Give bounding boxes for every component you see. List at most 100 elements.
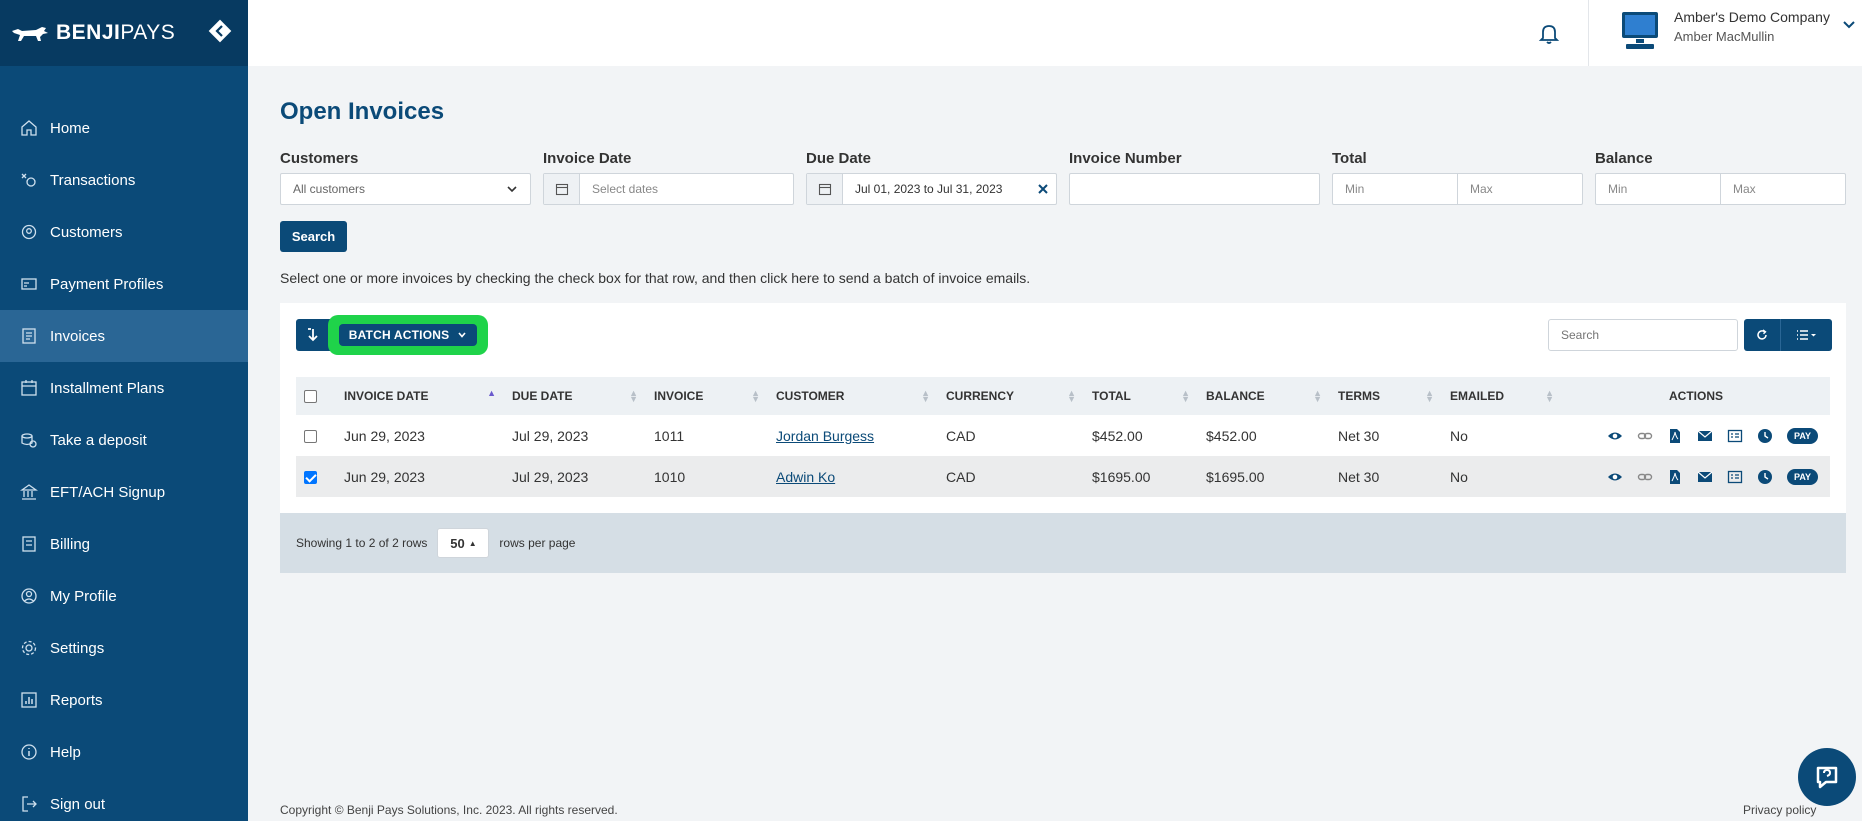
customers-filter: Customers All customers [280,150,531,205]
sidebar-item-home[interactable]: Home [0,102,248,154]
sidebar-item-eft-ach-signup[interactable]: EFT/ACH Signup [0,466,248,518]
clock-icon[interactable] [1757,428,1773,444]
customers-icon [21,224,37,240]
sort-icon: ▲ ▼ [1067,388,1076,404]
sidebar-item-transactions[interactable]: Transactions [0,154,248,206]
currency-cell: CAD [946,427,976,444]
total-cell: $1695.00 [1092,468,1151,485]
batch-email-hint[interactable]: Select one or more invoices by checking … [280,270,1030,286]
sort-icon: ▲ ▼ [751,388,760,404]
col-invoice[interactable]: INVOICE ▲ ▼ [646,377,768,415]
select-all-cell [296,377,336,415]
currency-cell: CAD [946,468,976,485]
customers-select[interactable]: All customers [280,173,531,205]
table-search-input[interactable] [1548,319,1738,351]
sidebar-item-billing[interactable]: Billing [0,518,248,570]
col-due-date[interactable]: DUE DATE ▲ ▼ [504,377,646,415]
col-customer[interactable]: CUSTOMER ▲ ▼ [768,377,938,415]
emailed-cell: No [1450,468,1468,485]
receipt-icon[interactable] [1727,469,1743,485]
export-button[interactable] [296,319,330,351]
account-menu[interactable]: Amber's Demo Company Amber MacMullin [1618,8,1830,52]
sidebar-nav: Home Transactions Customers Payment Prof… [0,102,248,821]
sort-icon: ▲ ▼ [1425,388,1434,404]
sidebar-item-invoices[interactable]: Invoices [0,310,248,362]
receipt-icon[interactable] [1727,428,1743,444]
email-icon[interactable] [1697,428,1713,444]
sort-icon: ▲ ▼ [1181,388,1190,404]
col-balance[interactable]: BALANCE ▲ ▼ [1198,377,1330,415]
view-eye-icon[interactable] [1607,469,1623,485]
privacy-policy-link[interactable]: Privacy policy [1743,803,1816,817]
link-icon[interactable] [1637,428,1653,444]
page-size-select[interactable]: 50 ▲ [437,528,490,558]
page-size-value: 50 [450,535,465,551]
pdf-icon[interactable] [1667,428,1683,444]
invoice-number-input[interactable] [1069,173,1320,205]
view-eye-icon[interactable] [1607,428,1623,444]
pdf-icon[interactable] [1667,469,1683,485]
total-range: Min Max [1332,173,1583,205]
company-name: Amber's Demo Company [1674,9,1830,25]
sidebar-item-take-a-deposit[interactable]: Take a deposit [0,414,248,466]
pay-button[interactable]: PAY [1786,427,1818,444]
customer-link[interactable]: Adwin Ko [776,469,835,485]
sidebar-item-payment-profiles[interactable]: Payment Profiles [0,258,248,310]
invoice-date-label: Invoice Date [543,150,632,167]
sign-out-icon [22,796,37,812]
notification-bell-icon[interactable] [1536,20,1562,46]
sort-asc-icon: ▲ [487,388,496,398]
balance-min-input[interactable]: Min [1595,173,1721,205]
due-date-field[interactable]: Jul 01, 2023 to Jul 31, 2023 [806,173,1057,205]
sidebar-item-help[interactable]: Help [0,726,248,778]
pay-button[interactable]: PAY [1786,468,1818,485]
link-icon[interactable] [1637,469,1653,485]
clock-icon[interactable] [1757,469,1773,485]
help-chat-button[interactable] [1798,748,1856,806]
select-all-checkbox[interactable] [304,390,317,404]
refresh-button[interactable] [1744,319,1780,351]
sidebar-item-label: Reports [50,691,103,709]
invoice-date-field[interactable]: Select dates [543,173,794,205]
chevron-down-icon [458,332,466,338]
billing-icon [22,536,36,552]
col-invoice-date[interactable]: INVOICE DATE ▲ [336,377,504,415]
collapse-sidebar-icon[interactable] [207,18,233,44]
sidebar-item-reports[interactable]: Reports [0,674,248,726]
customer-link[interactable]: Jordan Burgess [776,428,874,444]
sidebar-item-my-profile[interactable]: My Profile [0,570,248,622]
home-icon [21,120,37,136]
balance-max-input[interactable]: Max [1721,173,1846,205]
sidebar-item-label: Help [50,743,81,761]
columns-button[interactable] [1780,319,1832,351]
sidebar-item-settings[interactable]: Settings [0,622,248,674]
search-button[interactable]: Search [280,221,347,252]
calendar-icon [21,380,37,396]
clear-icon[interactable] [1038,184,1048,194]
deposit-icon [21,433,37,448]
sidebar-item-installment-plans[interactable]: Installment Plans [0,362,248,414]
calendar-icon [544,174,580,204]
total-min-input[interactable]: Min [1332,173,1458,205]
sidebar-item-label: Sign out [50,795,106,813]
batch-actions-button[interactable]: BATCH ACTIONS [338,324,478,346]
col-currency[interactable]: CURRENCY ▲ ▼ [938,377,1084,415]
chevron-down-icon[interactable] [1842,18,1856,32]
sidebar-item-customers[interactable]: Customers [0,206,248,258]
col-total[interactable]: TOTAL ▲ ▼ [1084,377,1198,415]
email-icon[interactable] [1697,469,1713,485]
total-min-placeholder: Min [1345,182,1365,196]
sort-icon: ▲ ▼ [1545,388,1554,404]
balance-label: Balance [1595,150,1653,167]
col-terms[interactable]: TERMS ▲ ▼ [1330,377,1442,415]
due-date-cell: Jul 29, 2023 [512,468,589,485]
col-emailed[interactable]: EMAILED ▲ ▼ [1442,377,1562,415]
total-max-input[interactable]: Max [1458,173,1583,205]
row-checkbox-checked[interactable] [304,471,317,485]
row-checkbox[interactable] [304,430,317,444]
sidebar-item-sign-out[interactable]: Sign out [0,778,248,821]
balance-min-placeholder: Min [1608,182,1628,196]
payment-profiles-icon [21,278,37,290]
sidebar-item-label: Invoices [50,327,106,345]
terms-cell: Net 30 [1338,468,1380,485]
